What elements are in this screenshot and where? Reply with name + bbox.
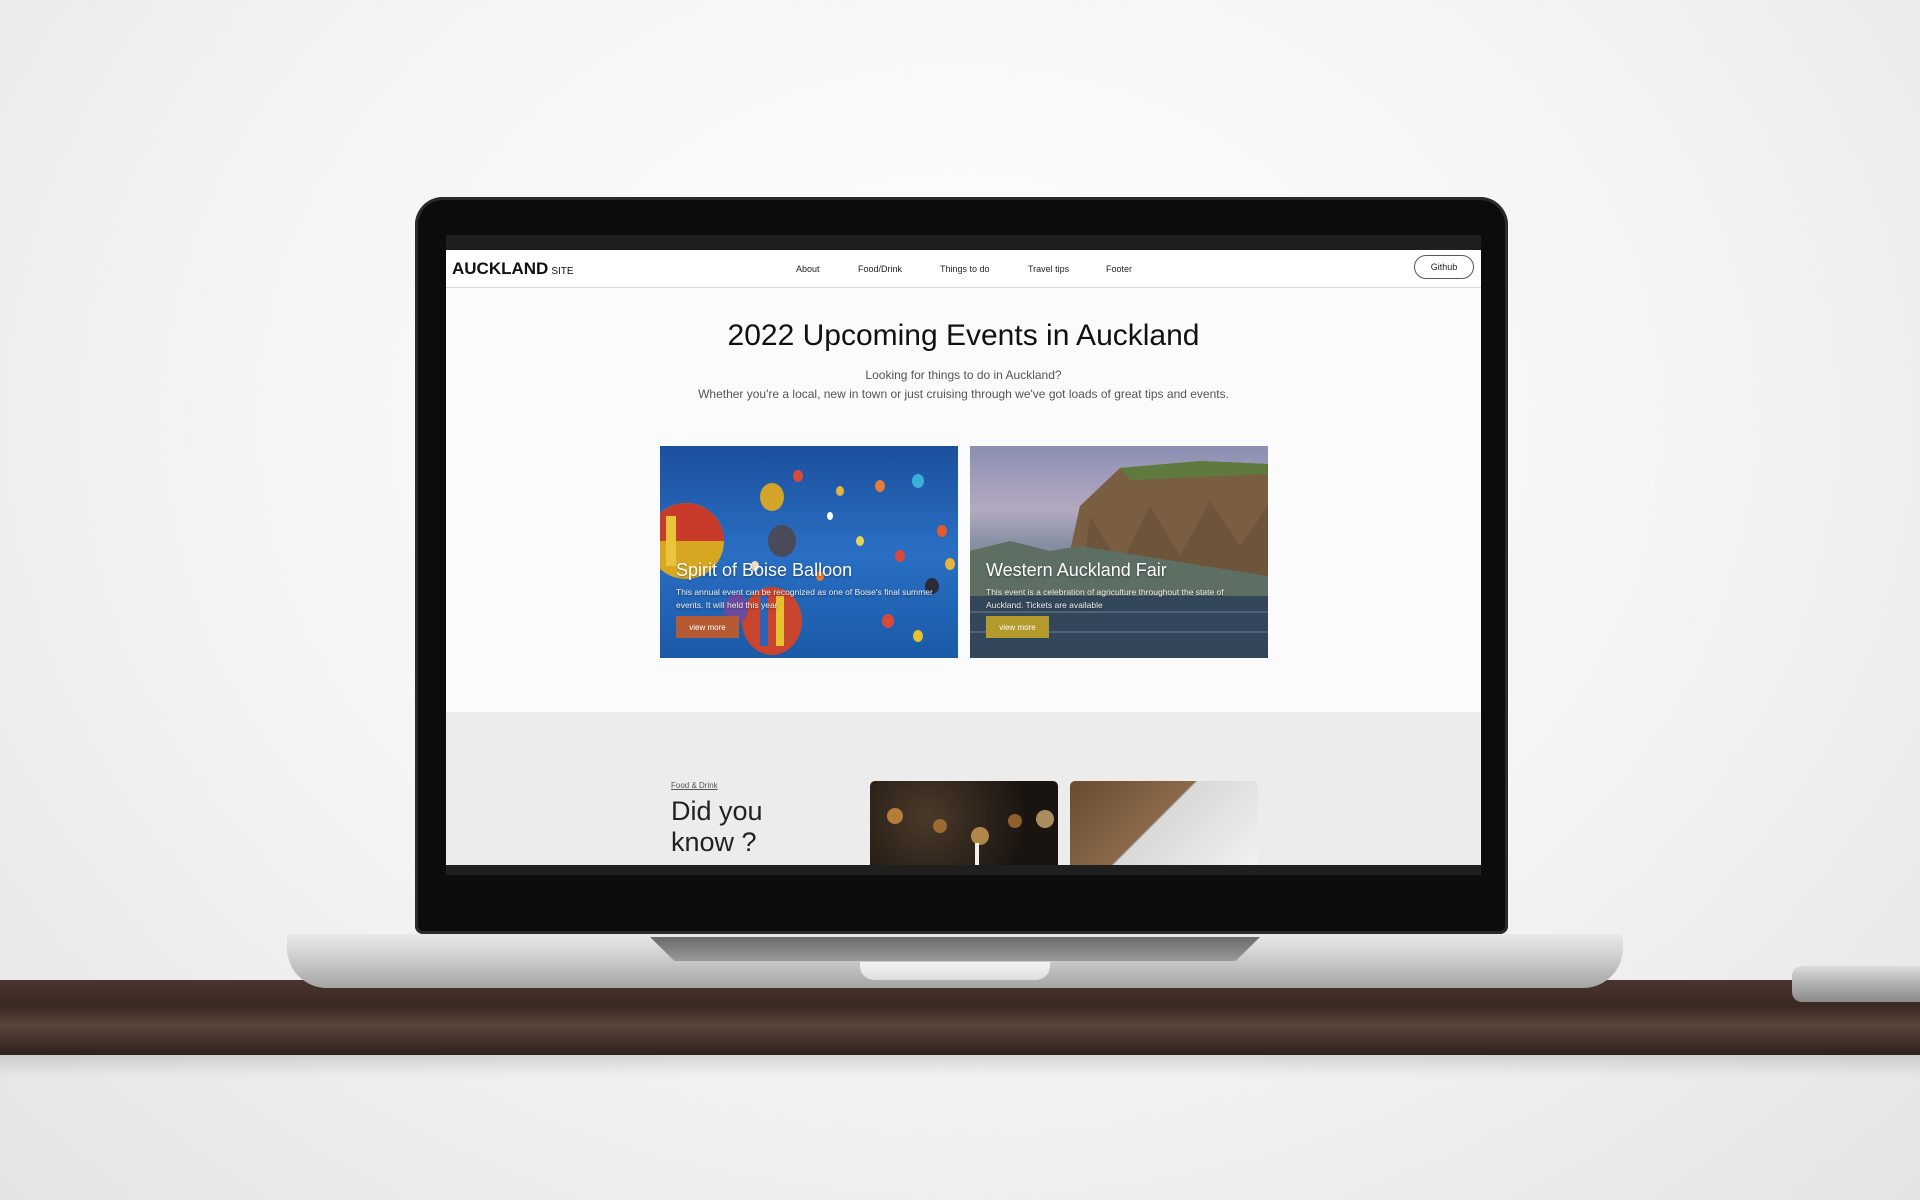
- section-title: Did you know ?: [671, 796, 763, 857]
- laptop-screen: AUCKLAND SITE About Food/Drink Things to …: [446, 235, 1481, 875]
- laptop-keyboard-edge: [650, 937, 1260, 961]
- event-card-fair: Western Auckland Fair This event is a ce…: [970, 446, 1268, 658]
- nav-things-to-do[interactable]: Things to do: [940, 264, 1028, 274]
- logo-subtext: SITE: [551, 266, 574, 277]
- nav-travel-tips[interactable]: Travel tips: [1028, 264, 1106, 274]
- nav-about[interactable]: About: [796, 264, 858, 274]
- wooden-shelf: [0, 980, 1920, 1077]
- bar-lights-image: [870, 781, 1058, 865]
- event-card-balloon: Spirit of Boise Balloon This annual even…: [660, 446, 958, 658]
- nav-food-drink[interactable]: Food/Drink: [858, 264, 940, 274]
- hero-title: 2022 Upcoming Events in Auckland: [727, 319, 1200, 352]
- section-label-link[interactable]: Food & Drink: [671, 781, 718, 790]
- card-description: This event is a celebration of agricultu…: [986, 587, 1224, 610]
- hero-subtitle-line1: Looking for things to do in Auckland?: [865, 368, 1062, 382]
- card-description: This annual event can be recognized as o…: [676, 587, 933, 610]
- view-more-button[interactable]: view more: [676, 616, 739, 638]
- hero-subtitle-line2: Whether you're a local, new in town or j…: [698, 387, 1229, 401]
- view-more-button[interactable]: view more: [986, 616, 1049, 638]
- side-device: [1792, 966, 1920, 1002]
- food-drink-section: Food & Drink Did you know ?: [446, 712, 1481, 865]
- card-title: Spirit of Boise Balloon: [676, 560, 853, 580]
- laptop-notch: [860, 962, 1050, 980]
- menu-image: [1070, 781, 1258, 865]
- nav-footer[interactable]: Footer: [1106, 264, 1156, 274]
- card-title: Western Auckland Fair: [986, 560, 1167, 580]
- site-logo[interactable]: AUCKLAND SITE: [452, 259, 574, 279]
- website-page: AUCKLAND SITE About Food/Drink Things to …: [446, 250, 1481, 865]
- logo-text: AUCKLAND: [452, 259, 549, 278]
- top-navigation: AUCKLAND SITE About Food/Drink Things to …: [446, 250, 1481, 288]
- github-button[interactable]: Github: [1414, 255, 1474, 279]
- nav-links: About Food/Drink Things to do Travel tip…: [796, 264, 1156, 274]
